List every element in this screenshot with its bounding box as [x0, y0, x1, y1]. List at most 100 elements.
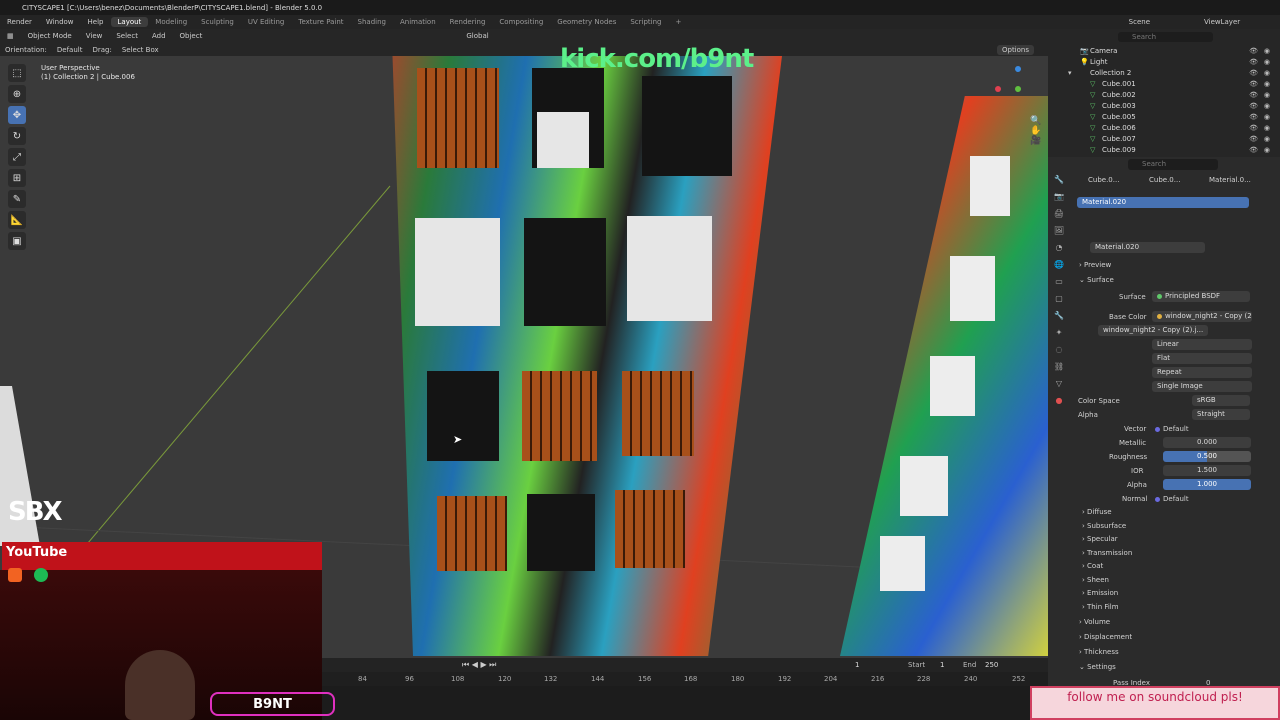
- scene-selector[interactable]: Scene: [1129, 18, 1150, 26]
- tab-compositing[interactable]: Compositing: [492, 18, 550, 26]
- base-color-field[interactable]: window_night2 - Copy (2...: [1152, 311, 1252, 322]
- view-layer-selector[interactable]: ViewLayer: [1204, 18, 1240, 26]
- tab-sculpting[interactable]: Sculpting: [194, 18, 241, 26]
- object-tab-icon[interactable]: ▢: [1052, 294, 1066, 308]
- scale-tool-icon[interactable]: ⤢: [8, 148, 26, 166]
- image-name-field[interactable]: window_night2 - Copy (2).j...: [1098, 325, 1208, 336]
- subsurface-section[interactable]: › Subsurface: [1082, 522, 1126, 530]
- tab-animation[interactable]: Animation: [393, 18, 443, 26]
- roughness-field[interactable]: 0.500: [1163, 451, 1251, 462]
- physics-tab-icon[interactable]: ◌: [1052, 345, 1066, 359]
- add-cube-tool-icon[interactable]: ▣: [8, 232, 26, 250]
- start-field[interactable]: 1: [940, 661, 944, 669]
- camera-view-icon[interactable]: 🎥: [1030, 136, 1044, 146]
- tab-uv-editing[interactable]: UV Editing: [241, 18, 292, 26]
- menu-help[interactable]: Help: [81, 18, 111, 26]
- extension-dropdown[interactable]: Repeat: [1152, 367, 1252, 378]
- render-tab-icon[interactable]: 📷: [1052, 192, 1066, 206]
- move-tool-icon[interactable]: ✥: [8, 106, 26, 124]
- scene-tab-icon[interactable]: ◔: [1052, 243, 1066, 257]
- volume-section[interactable]: › Volume: [1079, 618, 1110, 626]
- preview-section[interactable]: › Preview: [1079, 261, 1111, 269]
- select-tool-icon[interactable]: ⬚: [8, 64, 26, 82]
- outliner-search[interactable]: Search: [1118, 32, 1213, 42]
- tab-geometry-nodes[interactable]: Geometry Nodes: [550, 18, 623, 26]
- ior-field[interactable]: 1.500: [1163, 465, 1251, 476]
- displacement-section[interactable]: › Displacement: [1079, 633, 1132, 641]
- orientation-dropdown[interactable]: Default: [52, 46, 88, 54]
- add-workspace-icon[interactable]: +: [668, 18, 688, 26]
- zoom-icon[interactable]: 🔍: [1030, 116, 1044, 126]
- menu-render[interactable]: Render: [0, 18, 39, 26]
- pan-icon[interactable]: ✋: [1030, 126, 1044, 136]
- transform-tool-icon[interactable]: ⊞: [8, 169, 26, 187]
- specular-section[interactable]: › Specular: [1082, 535, 1118, 543]
- cursor-tool-icon[interactable]: ⊕: [8, 85, 26, 103]
- particles-tab-icon[interactable]: ✦: [1052, 328, 1066, 342]
- sheen-section[interactable]: › Sheen: [1082, 576, 1109, 584]
- surface-section[interactable]: ⌄ Surface: [1079, 276, 1114, 284]
- thin-film-section[interactable]: › Thin Film: [1082, 603, 1119, 611]
- outliner-row-camera[interactable]: 📷 Camera 👁 ◉: [1048, 45, 1280, 56]
- world-tab-icon[interactable]: 🌐: [1052, 260, 1066, 274]
- coat-section[interactable]: › Coat: [1082, 562, 1103, 570]
- metallic-field[interactable]: 0.000: [1163, 437, 1251, 448]
- annotate-tool-icon[interactable]: ✎: [8, 190, 26, 208]
- normal-value[interactable]: Default: [1155, 495, 1189, 503]
- measure-tool-icon[interactable]: 📐: [8, 211, 26, 229]
- diffuse-section[interactable]: › Diffuse: [1082, 508, 1112, 516]
- menu-view[interactable]: View: [79, 32, 110, 40]
- alpha-mode-dropdown[interactable]: Straight: [1192, 409, 1250, 420]
- timeline-ruler[interactable]: 84 96 108 120 132 144 156 168 180 192 20…: [322, 672, 1048, 686]
- outliner-row-collection[interactable]: ▾ Collection 2 👁 ◉: [1048, 67, 1280, 78]
- mode-selector[interactable]: Object Mode: [21, 32, 79, 40]
- color-space-dropdown[interactable]: sRGB: [1192, 395, 1250, 406]
- options-button[interactable]: Options: [996, 44, 1034, 55]
- alpha-field[interactable]: 1.000: [1163, 479, 1251, 490]
- editor-type-icon[interactable]: ▦: [0, 32, 21, 40]
- modifier-tab-icon[interactable]: 🔧: [1052, 311, 1066, 325]
- outliner-row-cube[interactable]: ▽ Cube.003 👁 ◉: [1048, 100, 1280, 111]
- emission-section[interactable]: › Emission: [1082, 589, 1118, 597]
- outliner[interactable]: Search 📷 Camera 👁 ◉ 💡 Light 👁 ◉ ▾ Collection 2 👁…: [1048, 29, 1280, 157]
- outliner-row-cube[interactable]: ▽ Cube.001 👁 ◉: [1048, 78, 1280, 89]
- surface-shader-field[interactable]: Principled BSDF: [1152, 291, 1250, 302]
- menu-select[interactable]: Select: [109, 32, 145, 40]
- pass-index-field[interactable]: 0: [1206, 679, 1210, 687]
- material-slot-item[interactable]: Material.020: [1077, 197, 1249, 208]
- playback-controls[interactable]: ⏮ ◀ ▶ ⏭: [462, 660, 496, 670]
- tab-shading[interactable]: Shading: [351, 18, 393, 26]
- thickness-section[interactable]: › Thickness: [1079, 648, 1119, 656]
- output-tab-icon[interactable]: 🖨: [1052, 209, 1066, 223]
- settings-section[interactable]: ⌄ Settings: [1079, 663, 1116, 671]
- timeline-area[interactable]: [322, 686, 1030, 720]
- material-name-field[interactable]: Material.020: [1090, 242, 1205, 253]
- outliner-row-cube[interactable]: ▽ Cube.009 👁 ◉: [1048, 144, 1280, 155]
- constraints-tab-icon[interactable]: ⛓: [1052, 362, 1066, 376]
- transform-orientation[interactable]: Global: [459, 32, 495, 40]
- tab-modeling[interactable]: Modeling: [148, 18, 194, 26]
- tool-tab-icon[interactable]: 🔧: [1052, 175, 1066, 189]
- transmission-section[interactable]: › Transmission: [1082, 549, 1132, 557]
- outliner-row-cube[interactable]: ▽ Cube.002 👁 ◉: [1048, 89, 1280, 100]
- interpolation-dropdown[interactable]: Linear: [1152, 339, 1252, 350]
- z-axis-icon[interactable]: [1015, 66, 1021, 72]
- rotate-tool-icon[interactable]: ↻: [8, 127, 26, 145]
- outliner-row-cube[interactable]: ▽ Cube.006 👁 ◉: [1048, 122, 1280, 133]
- properties-search[interactable]: Search: [1128, 159, 1218, 170]
- breadcrumb-material[interactable]: Material.0...: [1209, 176, 1251, 184]
- source-dropdown[interactable]: Single Image: [1152, 381, 1252, 392]
- x-axis-icon[interactable]: [995, 86, 1001, 92]
- y-axis-icon[interactable]: [1015, 86, 1021, 92]
- vector-value[interactable]: Default: [1155, 425, 1189, 433]
- breadcrumb-object[interactable]: Cube.0...: [1088, 176, 1119, 184]
- tab-layout[interactable]: Layout: [110, 17, 149, 27]
- projection-dropdown[interactable]: Flat: [1152, 353, 1252, 364]
- navigation-gizmo[interactable]: [990, 66, 1040, 116]
- outliner-row-light[interactable]: 💡 Light 👁 ◉: [1048, 56, 1280, 67]
- tab-rendering[interactable]: Rendering: [443, 18, 493, 26]
- tab-scripting[interactable]: Scripting: [623, 18, 668, 26]
- breadcrumb-mesh[interactable]: Cube.0...: [1149, 176, 1180, 184]
- material-tab-icon[interactable]: ●: [1052, 396, 1066, 410]
- data-tab-icon[interactable]: ▽: [1052, 379, 1066, 393]
